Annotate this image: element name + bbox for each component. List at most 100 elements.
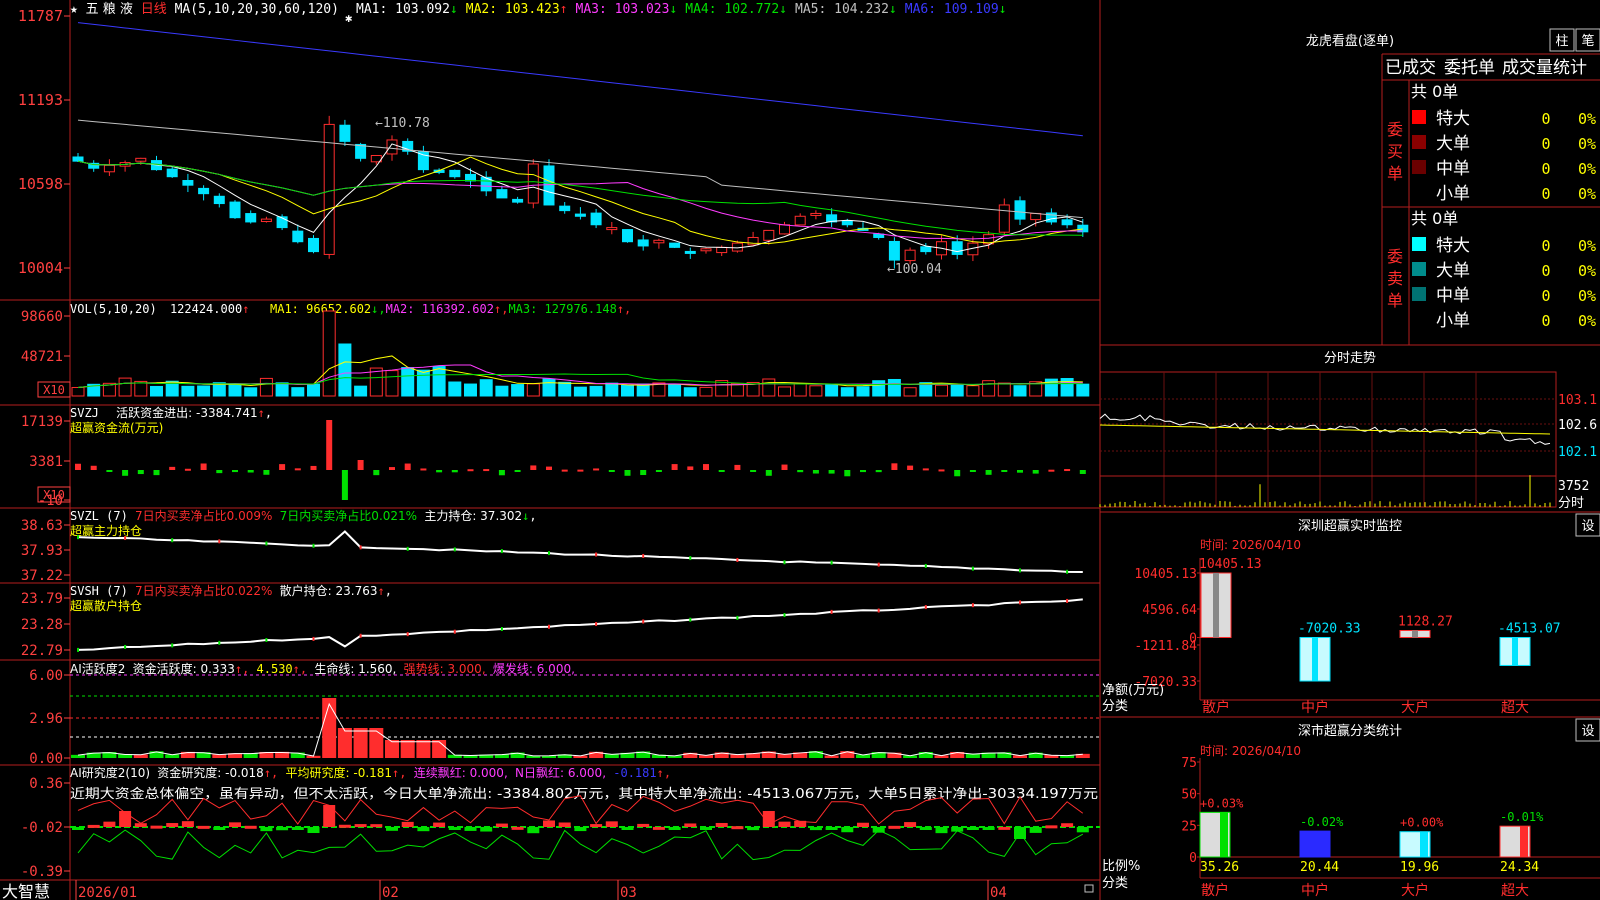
lhb-row-pct: 0% — [1578, 110, 1596, 128]
ss-value-label: 35.26 — [1200, 860, 1239, 875]
lhb-row-count: 0 — [1541, 110, 1550, 128]
svzl-sub: 超赢主力持仓 — [70, 523, 142, 538]
ai2-bar — [668, 827, 681, 830]
svzj-bar — [781, 464, 788, 470]
star-icon[interactable]: ★ — [70, 2, 78, 17]
vol-bar — [416, 369, 430, 397]
sz-category: 散户 — [1202, 699, 1230, 716]
candle-body — [888, 240, 900, 261]
svzj-bar — [1064, 469, 1071, 472]
vol-bar — [840, 387, 854, 397]
svshChart-tick — [1066, 598, 1069, 603]
candle-body — [810, 212, 822, 216]
sz-bar-shade — [1213, 573, 1219, 638]
svzj-bar — [467, 469, 474, 472]
y-tick-label: 23.79 — [21, 591, 63, 607]
svshChart-tick — [453, 629, 456, 634]
candle-body — [308, 237, 319, 253]
svzj-bar — [263, 470, 270, 475]
vol-bar — [809, 385, 823, 397]
svzj-bar — [734, 464, 741, 470]
ai2-bar — [637, 823, 650, 827]
candle-body — [386, 139, 398, 155]
candle-body — [1030, 212, 1042, 221]
sz-category: 超大 — [1501, 700, 1529, 716]
svzlChart-tick — [1019, 568, 1021, 573]
y-tick-label: 17139 — [21, 414, 63, 430]
lhb-buy-section: 共 0单委买单 特大 0 0% 大单 0 0% 中单 0 0% 小单 0 0% — [1387, 82, 1596, 204]
vol-bar — [526, 383, 540, 397]
vol-bar — [291, 387, 305, 397]
ai2-bar — [338, 824, 351, 828]
ai2-bar — [888, 825, 901, 829]
svshChart-tick — [265, 638, 268, 643]
svshChart-tick — [689, 617, 692, 622]
sz-title: 深圳超赢实时监控 — [1298, 518, 1402, 534]
vol-bar — [573, 386, 587, 397]
ai2-bar — [841, 827, 854, 833]
svzj-bar — [1079, 470, 1086, 474]
candle-body — [213, 195, 225, 205]
lhb-side-char: 委 — [1387, 120, 1403, 139]
candle-body — [920, 246, 932, 253]
svzj-bar — [75, 463, 81, 470]
svshChart-tick — [359, 633, 362, 638]
ss-bar-shade — [1320, 831, 1328, 857]
vol-bar — [479, 379, 493, 397]
lhb-side-char: 买 — [1387, 142, 1403, 161]
lhb-side-char: 卖 — [1387, 269, 1403, 288]
candle-body — [72, 156, 84, 162]
ss-pct-label: +0.00% — [1400, 816, 1444, 830]
candle-body — [574, 213, 586, 217]
svzlChart-tick — [924, 563, 927, 568]
candle-body — [355, 143, 367, 159]
ai2-bar — [244, 825, 257, 829]
ma-arrow-5: ↓ — [889, 2, 897, 17]
svzj-bar — [122, 470, 129, 476]
ai2-bar — [1045, 825, 1058, 829]
candle-body — [559, 205, 571, 212]
vol-bar — [71, 386, 85, 397]
ai2-label: AI研究度2(10) — [70, 765, 150, 780]
svshChart-tick — [548, 624, 550, 629]
fenshi-avg-line — [1099, 424, 1551, 435]
svzlChart-tick — [500, 549, 503, 554]
lhb-tab-1: 已成交 — [1385, 58, 1436, 78]
low-label: ←100.04 — [887, 262, 942, 277]
ma-arrow-3: ↓ — [669, 2, 677, 17]
ai2-bar — [543, 820, 555, 827]
fenshi-chart[interactable]: 103.1 102.6 102.1 3752 分时 — [1099, 371, 1597, 511]
vol-bar — [778, 386, 791, 397]
sz-time: 时间: 2026/04/10 — [1200, 538, 1301, 552]
vol-chart — [71, 310, 1090, 397]
candle-body — [1061, 219, 1073, 226]
ai2-bar — [354, 824, 367, 828]
vol-bar — [432, 366, 446, 397]
svzj-bar — [90, 465, 97, 470]
y-tick-label: 10004 — [18, 259, 63, 277]
svzlChart-tick — [218, 539, 221, 544]
lhb-tabs: 已成交 委托单 成交量统计 — [1385, 58, 1587, 78]
svzj-bar — [718, 470, 725, 472]
period-label[interactable]: 日线 — [141, 2, 167, 17]
svzj-bar — [954, 470, 961, 477]
svzj-bar — [357, 460, 364, 470]
kline-y-axis: 11787 11193 10598 10004 — [18, 7, 70, 277]
lhb-row-name: 中单 — [1436, 159, 1470, 179]
lhb-row-swatch — [1412, 160, 1426, 174]
y-tick-label: 48721 — [21, 349, 63, 365]
ai2-y-axis: 0.36 -0.02 -0.39 — [21, 776, 70, 880]
vol-bar — [699, 386, 713, 397]
ai2-bar — [386, 827, 398, 831]
lhb-row-swatch — [1412, 262, 1426, 276]
lock-icon[interactable] — [1084, 884, 1094, 893]
ai2-chart — [70, 795, 1100, 861]
ss-time: 时间: 2026/04/10 — [1200, 744, 1301, 758]
svzlChart-tick — [971, 566, 974, 571]
svzj-bar — [341, 470, 348, 500]
lhb-row-name: 特大 — [1436, 109, 1470, 129]
svzlChart-tick — [877, 562, 880, 567]
candle-body — [543, 165, 555, 206]
svzj-bar — [310, 465, 317, 470]
stock-name: 五 粮 液 — [86, 2, 133, 17]
